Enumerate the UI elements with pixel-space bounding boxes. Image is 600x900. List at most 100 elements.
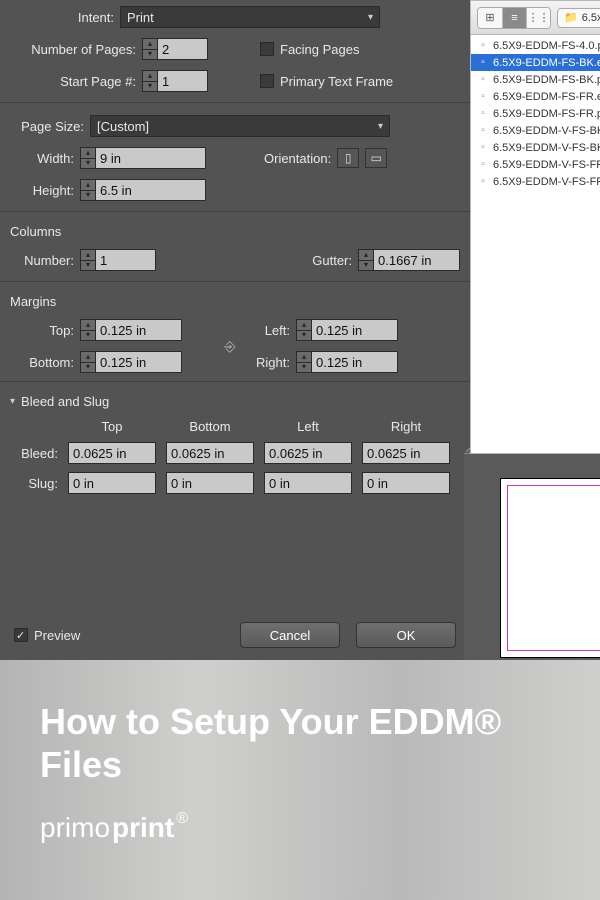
file-icon: ▫ bbox=[477, 57, 489, 68]
margin-link-icon[interactable]: ⎆ bbox=[220, 330, 240, 362]
facing-pages-label: Facing Pages bbox=[280, 42, 360, 57]
file-name: 6.5X9-EDDM-V-FS-BK. bbox=[493, 125, 600, 137]
margin-top-stepper[interactable]: ▴▾ bbox=[80, 319, 182, 341]
bleed-slug-table: Top Bottom Left Right Bleed: ⎆ Slug: ⎆ bbox=[10, 419, 460, 494]
document-canvas bbox=[500, 478, 600, 658]
file-icon: ▫ bbox=[477, 40, 489, 51]
columns-number-stepper[interactable]: ▴▾ bbox=[80, 249, 156, 271]
article-headline: How to Setup Your EDDM® Files bbox=[40, 700, 560, 786]
file-name: 6.5X9-EDDM-FS-BK.ep bbox=[493, 57, 600, 69]
height-input[interactable] bbox=[96, 179, 206, 201]
margin-left-label: Left: bbox=[240, 323, 290, 338]
intent-label: Intent: bbox=[10, 10, 114, 25]
file-row[interactable]: ▫ 6.5X9-EDDM-FS-FR.ep bbox=[471, 88, 600, 105]
margin-top-label: Top: bbox=[10, 323, 74, 338]
article-footer: How to Setup Your EDDM® Files primoprint… bbox=[0, 660, 600, 900]
file-icon: ▫ bbox=[477, 125, 489, 136]
start-page-label: Start Page #: bbox=[10, 74, 136, 89]
finder-view-icon-icon[interactable]: ⊞ bbox=[478, 8, 502, 28]
file-row[interactable]: ▫ 6.5X9-EDDM-V-FS-BK. bbox=[471, 122, 600, 139]
margin-right-label: Right: bbox=[240, 355, 290, 370]
file-icon: ▫ bbox=[477, 108, 489, 119]
gutter-input[interactable] bbox=[374, 249, 460, 271]
finder-file-list[interactable]: ▫ 6.5X9-EDDM-FS-4.0.ps ▫ 6.5X9-EDDM-FS-BK.e… bbox=[471, 35, 600, 453]
file-row[interactable]: ▫ 6.5X9-EDDM-FS-BK.ep bbox=[471, 54, 600, 71]
columns-number-label: Number: bbox=[10, 253, 74, 268]
file-row[interactable]: ▫ 6.5X9-EDDM-FS-FR.ps bbox=[471, 105, 600, 122]
margin-left-input[interactable] bbox=[312, 319, 398, 341]
file-row[interactable]: ▫ 6.5X9-EDDM-FS-4.0.ps bbox=[471, 37, 600, 54]
file-name: 6.5X9-EDDM-FS-FR.ps bbox=[493, 108, 600, 120]
primary-text-frame-label: Primary Text Frame bbox=[280, 74, 393, 89]
file-icon: ▫ bbox=[477, 91, 489, 102]
margin-bottom-stepper[interactable]: ▴▾ bbox=[80, 351, 182, 373]
file-name: 6.5X9-EDDM-V-FS-BK. bbox=[493, 142, 600, 154]
orientation-landscape-button[interactable]: ▭ bbox=[365, 148, 387, 168]
columns-heading: Columns bbox=[10, 224, 460, 239]
file-icon: ▫ bbox=[477, 159, 489, 170]
height-stepper[interactable]: ▴▾ bbox=[80, 179, 206, 201]
slug-top-input[interactable] bbox=[68, 472, 156, 494]
margin-bottom-label: Bottom: bbox=[10, 355, 74, 370]
finder-toolbar: ⊞ ≡ ⋮⋮ 📁 6.5x9 bbox=[471, 1, 600, 35]
folder-icon: 📁 bbox=[564, 11, 578, 24]
bleed-left-input[interactable] bbox=[264, 442, 352, 464]
width-input[interactable] bbox=[96, 147, 206, 169]
file-row[interactable]: ▫6.5X9-EDDM-FS-BK.ps bbox=[471, 71, 600, 88]
ok-button[interactable]: OK bbox=[356, 622, 456, 648]
bleed-col-top: Top bbox=[68, 419, 156, 434]
slug-right-input[interactable] bbox=[362, 472, 450, 494]
page-size-select[interactable]: [Custom] bbox=[90, 115, 390, 137]
slug-left-input[interactable] bbox=[264, 472, 352, 494]
bleed-right-input[interactable] bbox=[362, 442, 450, 464]
finder-panel: ⊞ ≡ ⋮⋮ 📁 6.5x9 ▫6.5X9-EDDM-FS-4.0.ps▫6.5… bbox=[470, 0, 600, 454]
gutter-stepper[interactable]: ▴▾ bbox=[358, 249, 460, 271]
bleed-slug-disclosure-icon[interactable]: ▾ bbox=[10, 396, 15, 407]
margin-left-stepper[interactable]: ▴▾ bbox=[296, 319, 398, 341]
file-name: 6.5X9-EDDM-FS-4.0.ps bbox=[493, 40, 600, 52]
slug-row-label: Slug: bbox=[10, 476, 58, 491]
columns-number-input[interactable] bbox=[96, 249, 156, 271]
bleed-slug-heading: Bleed and Slug bbox=[21, 394, 109, 409]
bleed-top-input[interactable] bbox=[68, 442, 156, 464]
file-row[interactable]: ▫6.5X9-EDDM-V-FS-FR.p bbox=[471, 173, 600, 190]
bleed-row-label: Bleed: bbox=[10, 446, 58, 461]
num-pages-stepper[interactable]: ▴▾ bbox=[142, 38, 208, 60]
new-document-dialog: Intent: Print Number of Pages: ▴▾ Facing… bbox=[0, 0, 470, 660]
margins-heading: Margins bbox=[10, 294, 460, 309]
bleed-bottom-input[interactable] bbox=[166, 442, 254, 464]
file-icon: ▫ bbox=[477, 176, 489, 187]
preview-label: Preview bbox=[34, 628, 80, 643]
gutter-label: Gutter: bbox=[312, 253, 352, 268]
finder-view-segmented[interactable]: ⊞ ≡ ⋮⋮ bbox=[477, 7, 551, 29]
start-page-stepper[interactable]: ▴▾ bbox=[142, 70, 208, 92]
file-name: 6.5X9-EDDM-FS-BK.ps bbox=[493, 74, 600, 86]
margin-bottom-input[interactable] bbox=[96, 351, 182, 373]
slug-bottom-input[interactable] bbox=[166, 472, 254, 494]
facing-pages-checkbox[interactable] bbox=[260, 42, 274, 56]
margin-right-input[interactable] bbox=[312, 351, 398, 373]
orientation-portrait-button[interactable]: ▯ bbox=[337, 148, 359, 168]
primary-text-frame-checkbox[interactable] bbox=[260, 74, 274, 88]
finder-view-list-icon[interactable]: ≡ bbox=[502, 8, 526, 28]
margin-right-stepper[interactable]: ▴▾ bbox=[296, 351, 398, 373]
num-pages-input[interactable] bbox=[158, 38, 208, 60]
file-name: 6.5X9-EDDM-FS-FR.ep bbox=[493, 91, 600, 103]
orientation-label: Orientation: bbox=[264, 151, 331, 166]
cancel-button[interactable]: Cancel bbox=[240, 622, 340, 648]
margin-top-input[interactable] bbox=[96, 319, 182, 341]
width-label: Width: bbox=[10, 151, 74, 166]
width-stepper[interactable]: ▴▾ bbox=[80, 147, 206, 169]
finder-view-column-icon[interactable]: ⋮⋮ bbox=[526, 8, 550, 28]
num-pages-label: Number of Pages: bbox=[10, 42, 136, 57]
primoprint-logo: primoprint® bbox=[40, 812, 560, 844]
intent-select[interactable]: Print bbox=[120, 6, 380, 28]
start-page-input[interactable] bbox=[158, 70, 208, 92]
file-name: 6.5X9-EDDM-V-FS-FR.e bbox=[493, 159, 600, 171]
preview-checkbox[interactable] bbox=[14, 628, 28, 642]
height-label: Height: bbox=[10, 183, 74, 198]
file-row[interactable]: ▫ 6.5X9-EDDM-V-FS-FR.e bbox=[471, 156, 600, 173]
bleed-col-right: Right bbox=[362, 419, 450, 434]
file-row[interactable]: ▫6.5X9-EDDM-V-FS-BK. bbox=[471, 139, 600, 156]
finder-breadcrumb[interactable]: 📁 6.5x9 bbox=[557, 8, 600, 28]
